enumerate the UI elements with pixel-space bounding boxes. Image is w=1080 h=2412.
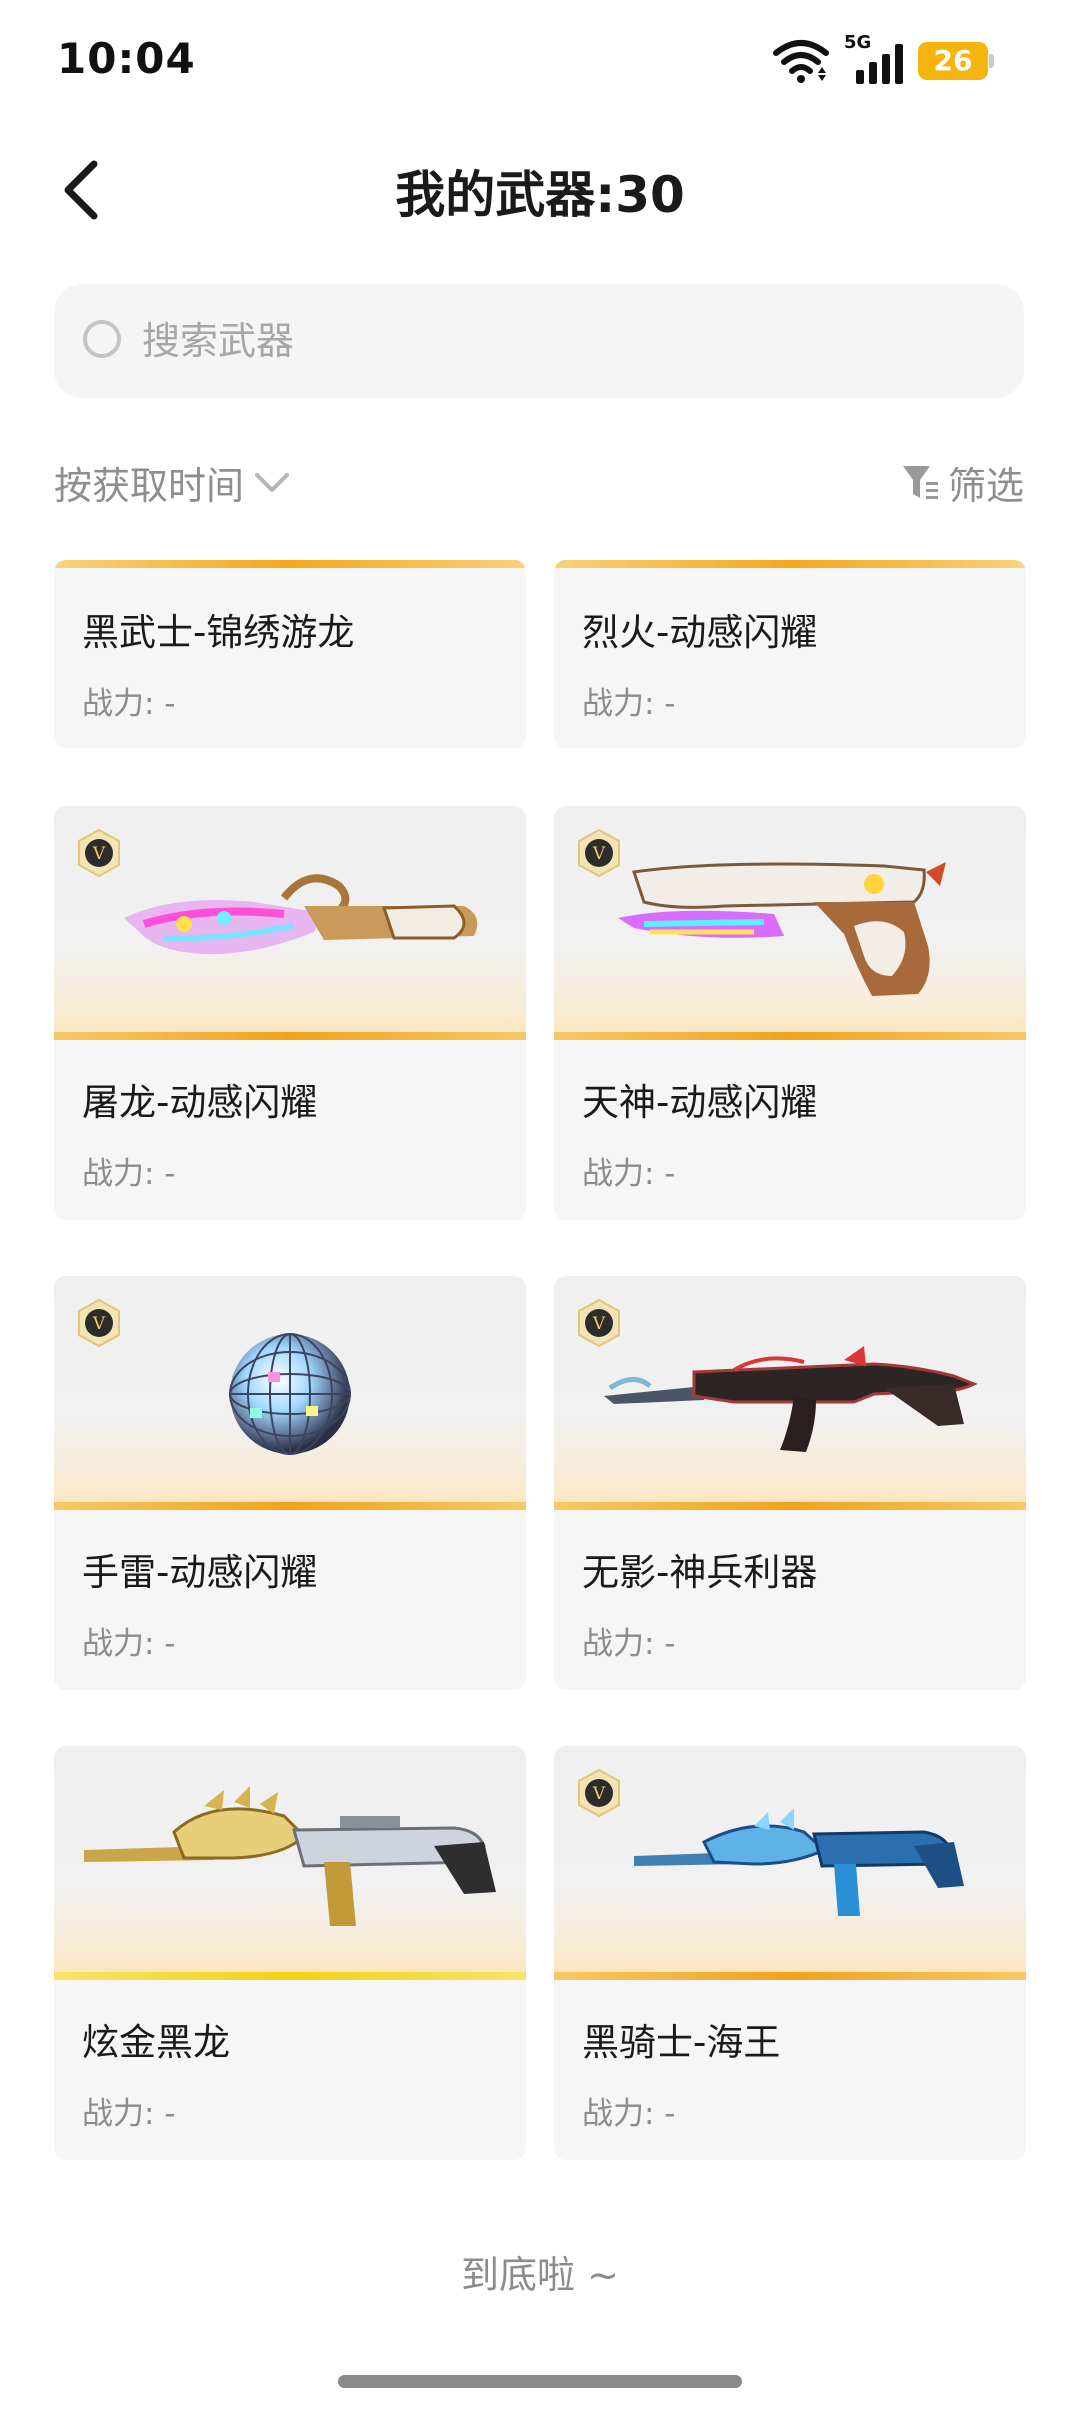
rifle-icon [604, 1346, 978, 1452]
card-image-stripe [554, 1972, 1026, 1980]
end-of-list-text: 到底啦 ~ [461, 2253, 619, 2297]
weapon-power: 战力: - [82, 686, 176, 722]
knife-icon [124, 874, 478, 955]
weapon-card[interactable]: V 屠龙-动感闪耀 战力: - [54, 806, 526, 1220]
weapon-name: 屠龙-动感闪耀 [82, 1081, 318, 1124]
weapon-image: V [554, 1276, 1026, 1510]
weapon-name: 无影-神兵利器 [582, 1551, 818, 1594]
weapon-name: 烈火-动感闪耀 [582, 611, 818, 654]
card-image-stripe [554, 1502, 1026, 1510]
card-image-stripe [554, 1032, 1026, 1040]
gold-rifle-icon [84, 1786, 496, 1926]
weapon-name: 手雷-动感闪耀 [82, 1551, 318, 1594]
weapon-name: 黑骑士-海王 [582, 2021, 781, 2064]
vip-badge-icon: V [578, 1768, 620, 1818]
weapon-card[interactable]: V 天神-动感闪耀 战力: - [554, 806, 1026, 1220]
svg-text:V: V [592, 1314, 606, 1334]
weapon-power: 战力: - [82, 1626, 176, 1662]
vip-badge-icon: V [78, 1298, 120, 1348]
svg-text:V: V [592, 844, 606, 864]
weapon-image: V [54, 1276, 526, 1510]
weapon-image: V [54, 806, 526, 1040]
pistol-icon [618, 862, 946, 996]
weapon-image: V [554, 1746, 1026, 1980]
weapon-power: 战力: - [82, 2096, 176, 2132]
weapon-card[interactable]: 烈火-动感闪耀 战力: - [554, 560, 1026, 748]
vip-badge-icon: V [78, 828, 120, 878]
svg-text:V: V [92, 844, 106, 864]
weapon-grid: 黑武士-锦绣游龙 战力: - 烈火-动感闪耀 战力: - V 屠龙-动感闪耀 战… [54, 0, 1026, 2412]
weapon-card[interactable]: 炫金黑龙 战力: - [54, 1746, 526, 2160]
weapon-name: 黑武士-锦绣游龙 [82, 611, 355, 654]
weapon-power: 战力: - [582, 1626, 676, 1662]
weapon-name: 炫金黑龙 [82, 2021, 230, 2064]
card-image-stripe [54, 1032, 526, 1040]
weapon-power: 战力: - [582, 686, 676, 722]
weapon-card[interactable]: V 手雷-动感闪耀 战力: - [54, 1276, 526, 1690]
weapon-name: 天神-动感闪耀 [582, 1081, 818, 1124]
svg-text:V: V [92, 1314, 106, 1334]
home-indicator[interactable] [338, 2375, 742, 2388]
card-image-stripe [54, 1502, 526, 1510]
weapon-card[interactable]: 黑武士-锦绣游龙 战力: - [54, 560, 526, 748]
weapon-power: 战力: - [582, 2096, 676, 2132]
vip-badge-icon: V [578, 1298, 620, 1348]
weapon-power: 战力: - [582, 1156, 676, 1192]
vip-badge-icon: V [578, 828, 620, 878]
card-accent-bar [554, 560, 1026, 568]
disco-grenade-icon [229, 1333, 351, 1455]
svg-text:V: V [592, 1784, 606, 1804]
weapon-card[interactable]: V 无影-神兵利器 战力: - [554, 1276, 1026, 1690]
weapon-power: 战力: - [82, 1156, 176, 1192]
card-image-stripe [54, 1972, 526, 1980]
blue-rifle-icon [634, 1808, 964, 1916]
weapon-image: V [554, 806, 1026, 1040]
weapon-card[interactable]: V 黑骑士-海王 战力: - [554, 1746, 1026, 2160]
weapon-image [54, 1746, 526, 1980]
card-accent-bar [54, 560, 526, 568]
